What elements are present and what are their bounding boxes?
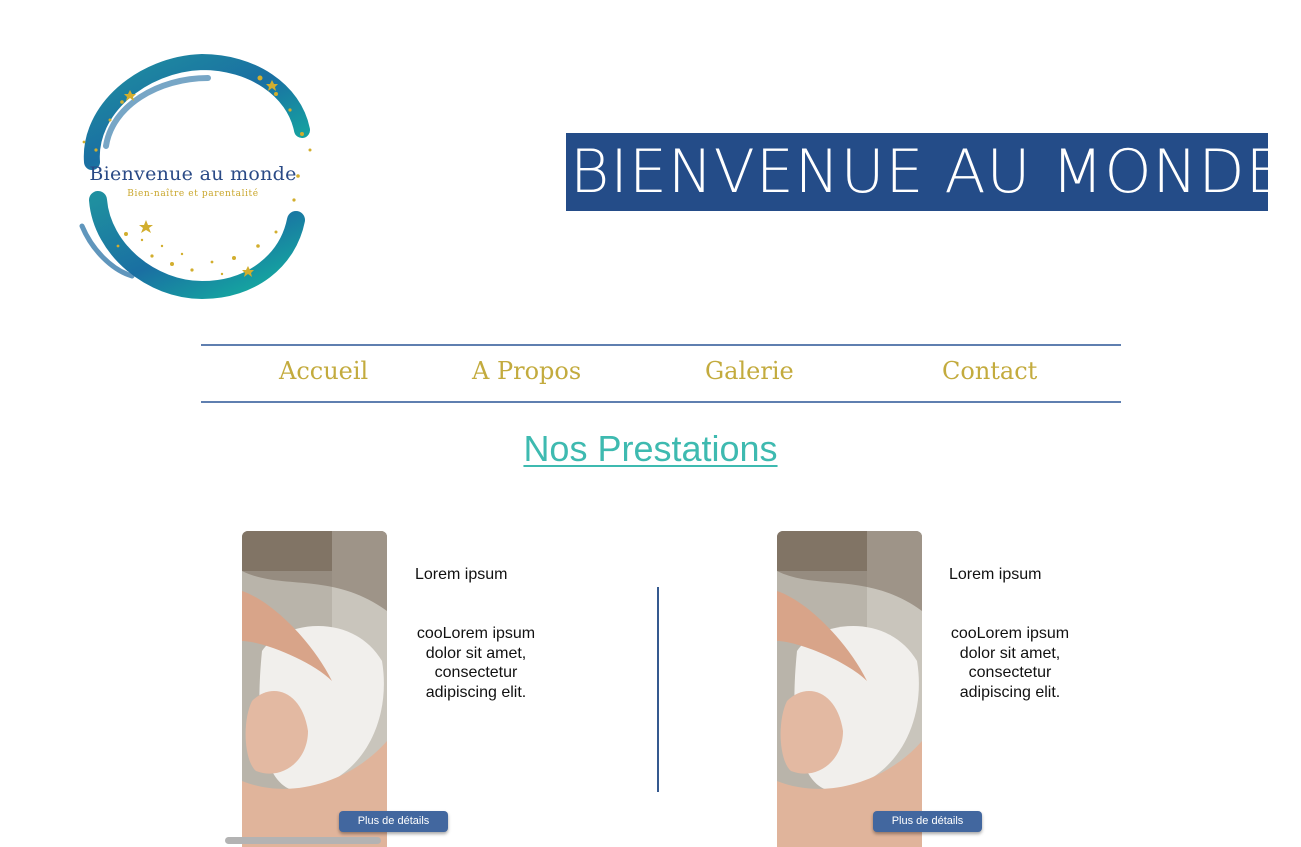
card-photo (242, 531, 387, 847)
card-description: cooLorem ipsum dolor sit amet, consectet… (416, 625, 536, 701)
details-button[interactable]: Plus de détails (873, 811, 982, 832)
nav-item-a-propos[interactable]: A Propos (472, 352, 581, 390)
logo-subtitle: Bien-naître et parentalité (127, 189, 259, 199)
card-photo (777, 531, 922, 847)
section-heading: Nos Prestations (0, 428, 1301, 470)
logo-title: Bienvenue au monde (89, 163, 297, 185)
card-description: cooLorem ipsum dolor sit amet, consectet… (950, 625, 1070, 701)
nav-item-contact[interactable]: Contact (942, 352, 1037, 390)
nav-top-divider (201, 344, 1121, 346)
card-divider (657, 587, 659, 792)
nav-item-galerie[interactable]: Galerie (705, 352, 794, 390)
baby-bath-photo (777, 531, 922, 847)
card-heading: Lorem ipsum (415, 566, 508, 583)
nav-item-accueil[interactable]: Accueil (279, 352, 368, 390)
site-title-banner: BIENVENUE AU MONDE (566, 133, 1268, 211)
logo[interactable]: Bienvenue au monde Bien-naître et parent… (62, 50, 324, 302)
details-button[interactable]: Plus de détails (339, 811, 448, 832)
horizontal-scrollbar[interactable] (225, 837, 381, 844)
section-title[interactable]: Nos Prestations (523, 428, 777, 469)
baby-bath-photo (242, 531, 387, 847)
card-heading: Lorem ipsum (949, 566, 1042, 583)
nav-bottom-divider (201, 401, 1121, 403)
